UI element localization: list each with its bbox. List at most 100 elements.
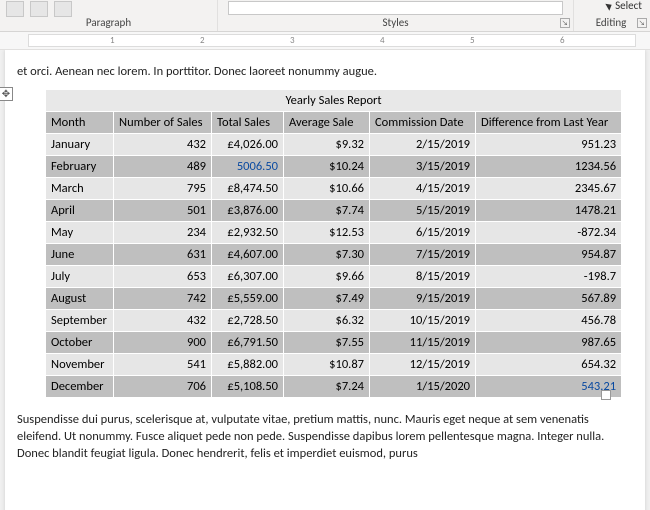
cell-commission-date[interactable]: 7/15/2019 <box>370 243 476 265</box>
cell-difference[interactable]: 2345.67 <box>476 177 622 199</box>
cell-average-sale[interactable]: $6.32 <box>284 309 370 331</box>
cell-average-sale[interactable]: $9.66 <box>284 265 370 287</box>
cell-month[interactable]: August <box>46 287 114 309</box>
cell-number-of-sales[interactable]: 706 <box>114 375 212 397</box>
table-row[interactable]: April501£3,876.00$7.745/15/20191478.21 <box>46 199 622 221</box>
cell-commission-date[interactable]: 10/15/2019 <box>370 309 476 331</box>
table-row[interactable]: October900£6,791.50$7.5511/15/2019987.65 <box>46 331 622 353</box>
table-resize-handle-icon[interactable] <box>601 390 611 400</box>
cell-month[interactable]: September <box>46 309 114 331</box>
cell-difference[interactable]: 1234.56 <box>476 155 622 177</box>
table-move-handle-icon[interactable]: ✥ <box>0 87 13 101</box>
cell-total-sales[interactable]: £4,607.00 <box>212 243 284 265</box>
ribbon-icon[interactable] <box>54 1 72 17</box>
cell-number-of-sales[interactable]: 631 <box>114 243 212 265</box>
table-row[interactable]: November541£5,882.00$10.8712/15/2019654.… <box>46 353 622 375</box>
body-paragraph-above[interactable]: et orci. Aenean nec lorem. In porttitor.… <box>17 64 627 81</box>
cell-month[interactable]: October <box>46 331 114 353</box>
cell-commission-date[interactable]: 8/15/2019 <box>370 265 476 287</box>
cell-total-sales[interactable]: £6,791.50 <box>212 331 284 353</box>
cell-average-sale[interactable]: $10.24 <box>284 155 370 177</box>
sales-table[interactable]: Yearly Sales Report Month Number of Sale… <box>45 89 622 398</box>
cell-total-sales[interactable]: £5,108.50 <box>212 375 284 397</box>
cell-month[interactable]: May <box>46 221 114 243</box>
cell-total-sales[interactable]: £2,728.50 <box>212 309 284 331</box>
cell-number-of-sales[interactable]: 234 <box>114 221 212 243</box>
cell-commission-date[interactable]: 3/15/2019 <box>370 155 476 177</box>
cell-average-sale[interactable]: $10.66 <box>284 177 370 199</box>
cell-average-sale[interactable]: $9.32 <box>284 133 370 155</box>
cell-commission-date[interactable]: 4/15/2019 <box>370 177 476 199</box>
cell-number-of-sales[interactable]: 489 <box>114 155 212 177</box>
cell-average-sale[interactable]: $7.30 <box>284 243 370 265</box>
cell-difference[interactable]: -198.7 <box>476 265 622 287</box>
cell-commission-date[interactable]: 12/15/2019 <box>370 353 476 375</box>
cell-average-sale[interactable]: $7.24 <box>284 375 370 397</box>
table-row[interactable]: July653£6,307.00$9.668/15/2019-198.7 <box>46 265 622 287</box>
cell-difference[interactable]: 1478.21 <box>476 199 622 221</box>
table-row[interactable]: January432£4,026.00$9.322/15/2019951.23 <box>46 133 622 155</box>
styles-gallery[interactable] <box>228 1 563 15</box>
cell-total-sales[interactable]: £3,876.00 <box>212 199 284 221</box>
cell-difference[interactable]: 654.32 <box>476 353 622 375</box>
cell-commission-date[interactable]: 1/15/2020 <box>370 375 476 397</box>
table-row[interactable]: May234£2,932.50$12.536/15/2019-872.34 <box>46 221 622 243</box>
cell-average-sale[interactable]: $7.49 <box>284 287 370 309</box>
cell-month[interactable]: November <box>46 353 114 375</box>
cell-month[interactable]: April <box>46 199 114 221</box>
cell-month[interactable]: March <box>46 177 114 199</box>
select-button[interactable]: Select <box>607 0 642 12</box>
cell-difference[interactable]: -872.34 <box>476 221 622 243</box>
col-header-average-sale[interactable]: Average Sale <box>284 111 370 133</box>
cell-number-of-sales[interactable]: 432 <box>114 133 212 155</box>
cell-total-sales[interactable]: £5,559.00 <box>212 287 284 309</box>
table-row[interactable]: March795£8,474.50$10.664/15/20192345.67 <box>46 177 622 199</box>
cell-commission-date[interactable]: 6/15/2019 <box>370 221 476 243</box>
cell-difference[interactable]: 456.78 <box>476 309 622 331</box>
col-header-month[interactable]: Month <box>46 111 114 133</box>
table-title[interactable]: Yearly Sales Report <box>46 89 622 111</box>
cell-month[interactable]: December <box>46 375 114 397</box>
table-row[interactable]: August742£5,559.00$7.499/15/2019567.89 <box>46 287 622 309</box>
table-row[interactable]: December706£5,108.50$7.241/15/2020543.21 <box>46 375 622 397</box>
cell-month[interactable]: January <box>46 133 114 155</box>
cell-commission-date[interactable]: 9/15/2019 <box>370 287 476 309</box>
cell-average-sale[interactable]: $10.87 <box>284 353 370 375</box>
cell-total-sales[interactable]: £5,882.00 <box>212 353 284 375</box>
cell-number-of-sales[interactable]: 541 <box>114 353 212 375</box>
document-page[interactable]: et orci. Aenean nec lorem. In porttitor.… <box>5 50 645 510</box>
cell-total-sales[interactable]: £2,932.50 <box>212 221 284 243</box>
horizontal-ruler[interactable]: 1 2 3 4 5 6 <box>0 32 650 50</box>
cell-difference[interactable]: 567.89 <box>476 287 622 309</box>
cell-total-sales[interactable]: £6,307.00 <box>212 265 284 287</box>
col-header-number-of-sales[interactable]: Number of Sales <box>114 111 212 133</box>
cell-total-sales[interactable]: £8,474.50 <box>212 177 284 199</box>
cell-commission-date[interactable]: 5/15/2019 <box>370 199 476 221</box>
cell-number-of-sales[interactable]: 900 <box>114 331 212 353</box>
col-header-difference[interactable]: Difference from Last Year <box>476 111 622 133</box>
cell-total-sales[interactable]: 5006.50 <box>212 155 284 177</box>
document-viewport[interactable]: et orci. Aenean nec lorem. In porttitor.… <box>0 50 650 510</box>
table-row[interactable]: February4895006.50$10.243/15/20191234.56 <box>46 155 622 177</box>
table-row[interactable]: June631£4,607.00$7.307/15/2019954.87 <box>46 243 622 265</box>
styles-dialog-launcher-icon[interactable]: ↘ <box>560 18 570 28</box>
col-header-total-sales[interactable]: Total Sales <box>212 111 284 133</box>
cell-average-sale[interactable]: $12.53 <box>284 221 370 243</box>
col-header-commission-date[interactable]: Commission Date <box>370 111 476 133</box>
cell-difference[interactable]: 954.87 <box>476 243 622 265</box>
cell-commission-date[interactable]: 2/15/2019 <box>370 133 476 155</box>
cell-month[interactable]: July <box>46 265 114 287</box>
cell-number-of-sales[interactable]: 432 <box>114 309 212 331</box>
cell-number-of-sales[interactable]: 742 <box>114 287 212 309</box>
cell-total-sales[interactable]: £4,026.00 <box>212 133 284 155</box>
cell-difference[interactable]: 987.65 <box>476 331 622 353</box>
cell-difference[interactable]: 951.23 <box>476 133 622 155</box>
cell-number-of-sales[interactable]: 653 <box>114 265 212 287</box>
cell-difference[interactable]: 543.21 <box>476 375 622 397</box>
cell-month[interactable]: June <box>46 243 114 265</box>
body-paragraph-below[interactable]: Suspendisse dui purus, scelerisque at, v… <box>17 412 627 463</box>
cell-average-sale[interactable]: $7.74 <box>284 199 370 221</box>
table-header-row[interactable]: Month Number of Sales Total Sales Averag… <box>46 111 622 133</box>
cell-number-of-sales[interactable]: 795 <box>114 177 212 199</box>
cell-month[interactable]: February <box>46 155 114 177</box>
